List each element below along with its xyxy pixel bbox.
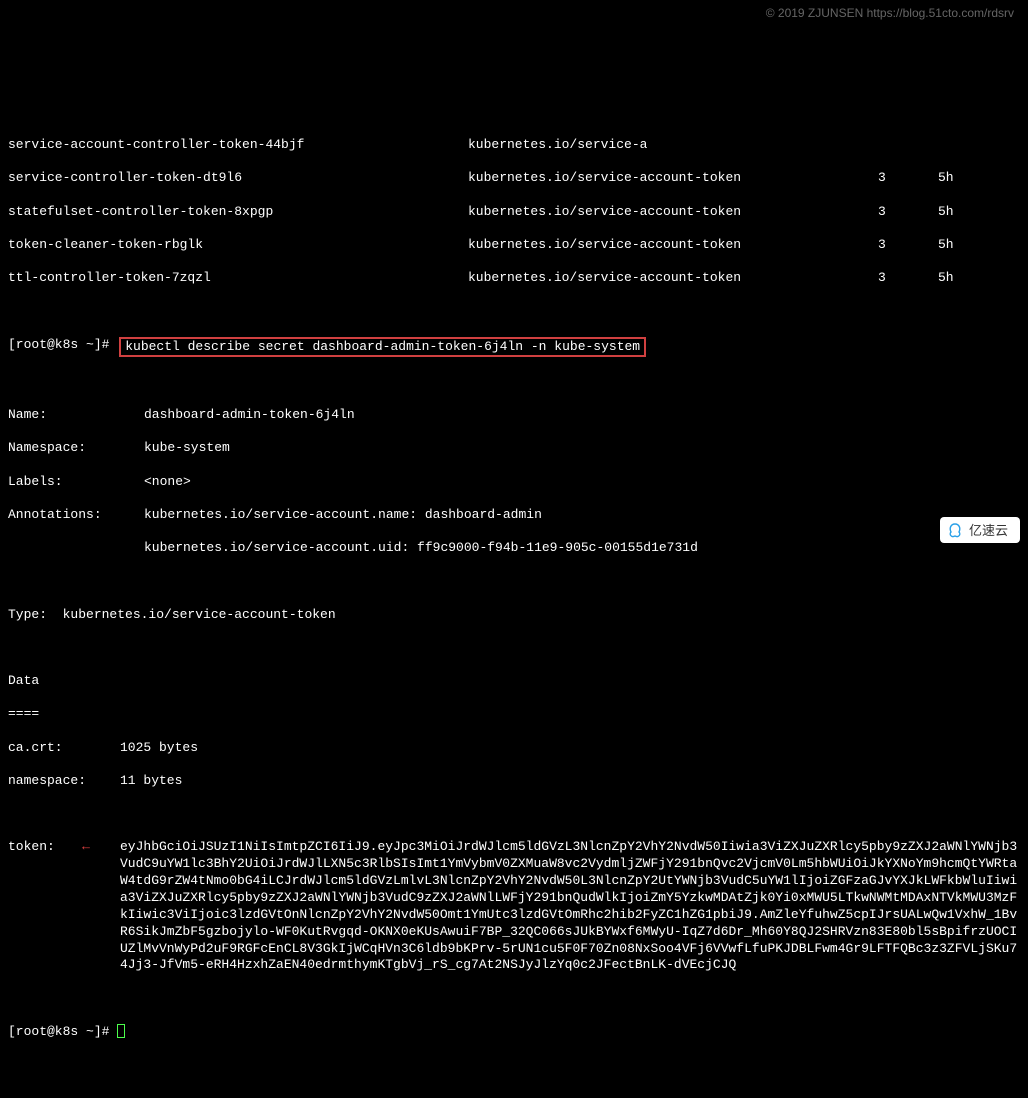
- blank-line: [8, 573, 1020, 590]
- secret-row: token-cleaner-token-rbglk kubernetes.io/…: [8, 237, 1020, 254]
- logo-text: 亿速云: [969, 523, 1008, 538]
- describe-labels: Labels:<none>: [8, 474, 1020, 491]
- command-line[interactable]: [root@k8s ~]# kubectl describe secret da…: [8, 337, 1020, 358]
- data-separator: ====: [8, 706, 1020, 723]
- describe-name: Name:dashboard-admin-token-6j4ln: [8, 407, 1020, 424]
- data-header: Data: [8, 673, 1020, 690]
- secret-data: 3: [878, 237, 938, 254]
- describe-annotations: Annotations:kubernetes.io/service-accoun…: [8, 507, 1020, 524]
- token-value: eyJhbGciOiJSUzI1NiIsImtpZCI6IiJ9.eyJpc3M…: [120, 839, 1020, 974]
- secret-row: service-account-controller-token-44bjf k…: [8, 137, 1020, 154]
- shell-prompt: [root@k8s ~]#: [8, 1024, 117, 1041]
- site-logo: 亿速云: [940, 517, 1020, 543]
- data-namespace: namespace:11 bytes: [8, 773, 1020, 790]
- secret-row: statefulset-controller-token-8xpgp kuber…: [8, 204, 1020, 221]
- secret-type: kubernetes.io/service-account-token: [468, 237, 878, 254]
- secret-name: statefulset-controller-token-8xpgp: [8, 204, 468, 221]
- secret-age: 5h: [938, 170, 978, 187]
- terminal-cursor: [117, 1024, 125, 1038]
- arrow-annotation-icon: ←: [70, 839, 102, 856]
- data-ca-crt: ca.crt:1025 bytes: [8, 740, 1020, 757]
- shell-prompt: [root@k8s ~]#: [8, 337, 117, 358]
- describe-type: Type: kubernetes.io/service-account-toke…: [8, 607, 1020, 624]
- highlighted-command: kubectl describe secret dashboard-admin-…: [119, 337, 646, 358]
- secret-age: 5h: [938, 237, 978, 254]
- secret-type: kubernetes.io/service-account-token: [468, 170, 878, 187]
- secret-type: kubernetes.io/service-a: [468, 137, 878, 154]
- describe-annotations-uid: kubernetes.io/service-account.uid: ff9c9…: [8, 540, 1020, 557]
- blank-line: [8, 640, 1020, 657]
- secret-type: kubernetes.io/service-account-token: [468, 204, 878, 221]
- secret-age: 5h: [938, 270, 978, 287]
- secret-data: 3: [878, 170, 938, 187]
- secret-name: ttl-controller-token-7zqzl: [8, 270, 468, 287]
- data-token: token:←eyJhbGciOiJSUzI1NiIsImtpZCI6IiJ9.…: [8, 839, 1020, 974]
- secret-name: token-cleaner-token-rbglk: [8, 237, 468, 254]
- shell-prompt-line[interactable]: [root@k8s ~]#: [8, 1024, 1020, 1041]
- secret-name: service-account-controller-token-44bjf: [8, 137, 468, 154]
- secret-data: 3: [878, 270, 938, 287]
- watermark-text: © 2019 ZJUNSEN https://blog.51cto.com/rd…: [766, 6, 1014, 21]
- secret-row: ttl-controller-token-7zqzl kubernetes.io…: [8, 270, 1020, 287]
- describe-namespace: Namespace:kube-system: [8, 440, 1020, 457]
- secret-type: kubernetes.io/service-account-token: [468, 270, 878, 287]
- secret-data: 3: [878, 204, 938, 221]
- secret-name: service-controller-token-dt9l6: [8, 170, 468, 187]
- secret-row: service-controller-token-dt9l6 kubernete…: [8, 170, 1020, 187]
- secret-age: 5h: [938, 204, 978, 221]
